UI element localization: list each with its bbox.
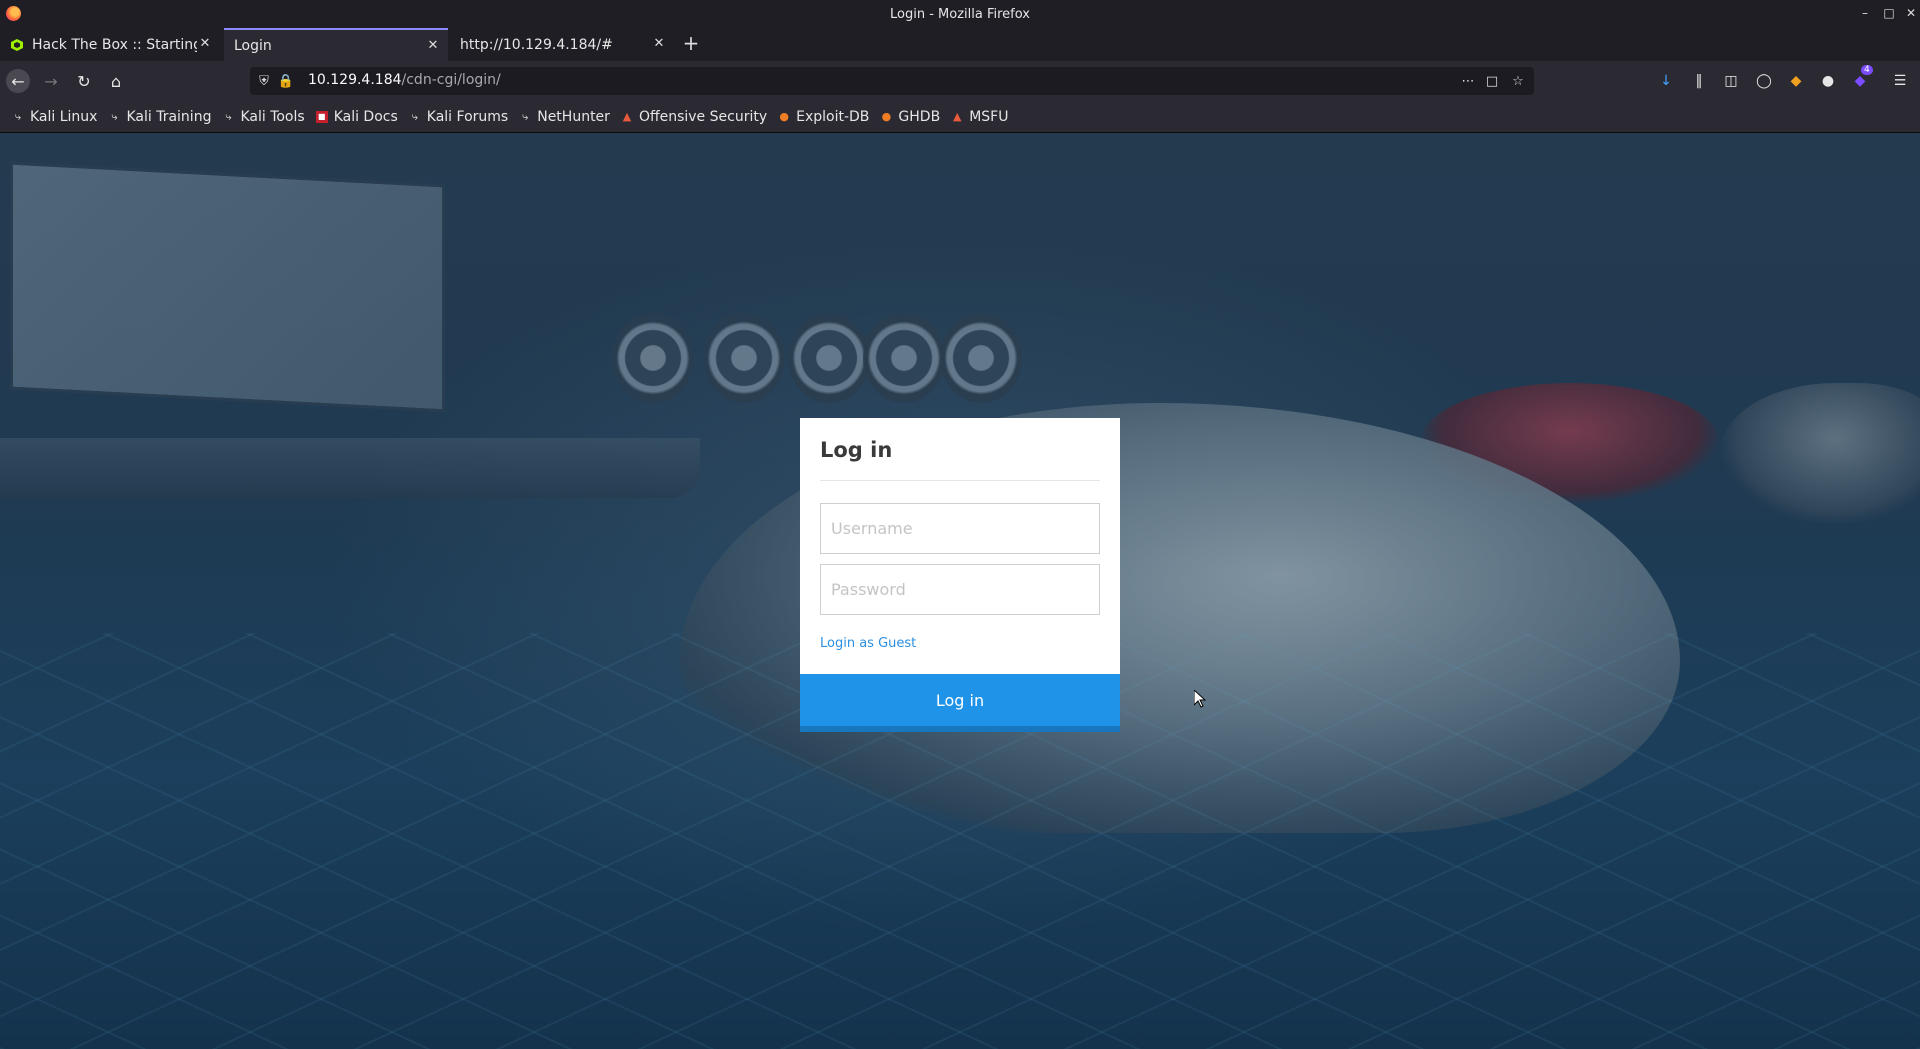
url-bar[interactable]: ⛨ 🔒 10.129.4.184/cdn-cgi/login/ ⋯ □ ☆ bbox=[250, 67, 1534, 95]
login-title: Log in bbox=[820, 438, 893, 462]
pocket-icon[interactable]: □ bbox=[1484, 73, 1500, 89]
login-button[interactable]: Log in bbox=[800, 674, 1120, 732]
bookmark-label: Kali Forums bbox=[426, 108, 509, 125]
extension-circle-icon[interactable]: ● bbox=[1820, 73, 1836, 89]
bookmark-kali-linux[interactable]: ⤷ Kali Linux bbox=[12, 108, 98, 125]
new-tab-icon[interactable]: + bbox=[682, 33, 700, 54]
offsec-icon: ▲ bbox=[952, 109, 962, 123]
bookmark-star-icon[interactable]: ☆ bbox=[1510, 73, 1526, 89]
background-wheel bbox=[788, 313, 870, 403]
login-panel: Log in Login as Guest Log in bbox=[800, 418, 1120, 732]
background-shelf bbox=[0, 438, 700, 498]
back-icon[interactable]: ← bbox=[6, 69, 30, 93]
kali-dragon-icon: ⤷ bbox=[411, 109, 418, 123]
sidebar-icon[interactable]: ◫ bbox=[1723, 73, 1739, 89]
bookmark-label: NetHunter bbox=[537, 108, 610, 125]
bookmark-label: Kali Linux bbox=[30, 108, 98, 125]
kali-dragon-icon: ⤷ bbox=[111, 109, 118, 123]
page-content: Log in Login as Guest Log in bbox=[0, 133, 1920, 1049]
background-car-right bbox=[1720, 383, 1920, 523]
firefox-logo-icon bbox=[6, 6, 21, 21]
kali-docs-icon: ■ bbox=[315, 110, 328, 123]
password-input[interactable] bbox=[820, 564, 1100, 615]
account-icon[interactable]: ◯ bbox=[1756, 73, 1772, 89]
bookmark-label: Kali Tools bbox=[240, 108, 305, 125]
bookmark-nethunter[interactable]: ⤷ NetHunter bbox=[519, 109, 610, 125]
url-host: 10.129.4.184 bbox=[308, 72, 402, 88]
bookmark-label: GHDB bbox=[898, 108, 941, 125]
url-path: /cdn-cgi/login/ bbox=[401, 72, 501, 88]
window-title: Login - Mozilla Firefox bbox=[890, 6, 1030, 22]
page-actions-icon[interactable]: ⋯ bbox=[1460, 73, 1476, 89]
bookmark-kali-docs[interactable]: ■ Kali Docs bbox=[315, 108, 398, 125]
background-wheel bbox=[703, 313, 785, 403]
tab-htb[interactable]: Hack The Box :: Starting Po ✕ bbox=[0, 28, 220, 61]
bookmark-ghdb[interactable]: ● GHDB bbox=[880, 108, 941, 125]
exploit-db-icon: ● bbox=[779, 109, 789, 123]
tab-title: http://10.129.4.184/# bbox=[460, 36, 613, 53]
close-tab-icon[interactable]: ✕ bbox=[198, 36, 212, 51]
login-divider bbox=[820, 480, 1100, 481]
kali-dragon-icon: ⤷ bbox=[225, 109, 232, 123]
navigation-toolbar: ← → ↻ ⌂ ⛨ 🔒 10.129.4.184/cdn-cgi/login/ … bbox=[0, 61, 1920, 101]
close-tab-icon[interactable]: ✕ bbox=[652, 36, 666, 51]
window-titlebar: Login - Mozilla Firefox – □ ✕ bbox=[0, 0, 1920, 28]
mouse-cursor-icon bbox=[1194, 690, 1206, 708]
background-wall-screen bbox=[10, 161, 445, 413]
library-icon[interactable]: ‖ bbox=[1691, 73, 1707, 89]
bookmark-label: MSFU bbox=[969, 108, 1009, 125]
bookmark-label: Kali Docs bbox=[333, 108, 398, 125]
login-as-guest-link[interactable]: Login as Guest bbox=[820, 636, 916, 651]
htb-cube-icon bbox=[11, 38, 23, 51]
tab-title: Hack The Box :: Starting Po bbox=[32, 36, 197, 53]
background-wheel bbox=[940, 313, 1022, 403]
bookmarks-toolbar: ⤷ Kali Linux ⤷ Kali Training ⤷ Kali Tools ■… bbox=[0, 101, 1920, 133]
bookmark-msfu[interactable]: ▲ MSFU bbox=[951, 108, 1009, 125]
tab-login[interactable]: Login ✕ bbox=[224, 28, 448, 61]
bookmark-kali-forums[interactable]: ⤷ Kali Forums bbox=[409, 108, 509, 125]
extension-badge-count: 4 bbox=[1861, 65, 1873, 75]
forward-icon[interactable]: → bbox=[39, 69, 63, 93]
minimize-icon[interactable]: – bbox=[1858, 6, 1872, 20]
tab-strip: Hack The Box :: Starting Po ✕ Login ✕ ht… bbox=[0, 28, 1920, 61]
insecure-lock-icon[interactable]: 🔒 bbox=[278, 73, 294, 89]
menu-hamburger-icon[interactable]: ☰ bbox=[1892, 73, 1908, 89]
maximize-icon[interactable]: □ bbox=[1882, 6, 1896, 20]
bookmark-kali-tools[interactable]: ⤷ Kali Tools bbox=[222, 109, 304, 125]
close-window-icon[interactable]: ✕ bbox=[1904, 6, 1918, 20]
reload-icon[interactable]: ↻ bbox=[72, 69, 96, 93]
tab-url[interactable]: http://10.129.4.184/# ✕ bbox=[450, 28, 674, 61]
bookmark-offensive-security[interactable]: ▲ Offensive Security bbox=[621, 109, 767, 125]
username-input[interactable] bbox=[820, 503, 1100, 554]
tab-title: Login bbox=[234, 37, 272, 54]
home-icon[interactable]: ⌂ bbox=[104, 69, 128, 93]
bookmark-label: Kali Training bbox=[126, 108, 212, 125]
kali-dragon-icon: ⤷ bbox=[14, 109, 22, 123]
background-wheel bbox=[612, 313, 694, 403]
bookmark-kali-training[interactable]: ⤷ Kali Training bbox=[108, 109, 211, 125]
exploit-db-icon: ● bbox=[881, 109, 892, 123]
bookmark-label: Exploit-DB bbox=[796, 108, 870, 125]
close-tab-icon[interactable]: ✕ bbox=[426, 38, 440, 53]
bookmark-label: Offensive Security bbox=[638, 108, 768, 125]
foxyproxy-icon[interactable]: ◆ bbox=[1788, 73, 1804, 89]
offsec-icon: ▲ bbox=[622, 109, 632, 123]
bookmark-exploit-db[interactable]: ● Exploit-DB bbox=[778, 109, 869, 125]
extension-badge-icon[interactable]: ◆ 4 bbox=[1852, 65, 1873, 89]
kali-dragon-icon: ⤷ bbox=[522, 109, 529, 123]
tracking-protection-icon[interactable]: ⛨ bbox=[256, 73, 272, 89]
background-wheel bbox=[863, 313, 945, 403]
downloads-icon[interactable]: ↓ bbox=[1658, 73, 1674, 89]
